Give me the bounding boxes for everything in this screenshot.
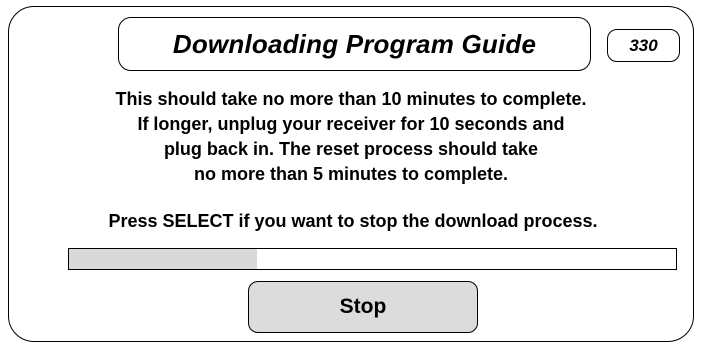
message-line: If longer, unplug your receiver for 10 s… [137, 114, 565, 134]
dialog-title: Downloading Program Guide [172, 28, 537, 59]
stop-instruction: Press SELECT if you want to stop the dow… [108, 211, 598, 231]
stop-button[interactable]: Stop [248, 281, 478, 333]
message-block: This should take no more than 10 minutes… [20, 87, 682, 187]
screen-code: 330 [629, 35, 658, 55]
download-progress-bar [68, 248, 677, 270]
message-line: This should take no more than 10 minutes… [115, 89, 587, 109]
download-progress-fill [69, 249, 258, 269]
title-box: Downloading Program Guide [118, 17, 591, 71]
screen-code-badge: 330 [607, 29, 680, 62]
stop-button-label: Stop [339, 295, 387, 318]
message-line: plug back in. The reset process should t… [163, 139, 539, 159]
message-line: no more than 5 minutes to complete. [193, 164, 509, 184]
